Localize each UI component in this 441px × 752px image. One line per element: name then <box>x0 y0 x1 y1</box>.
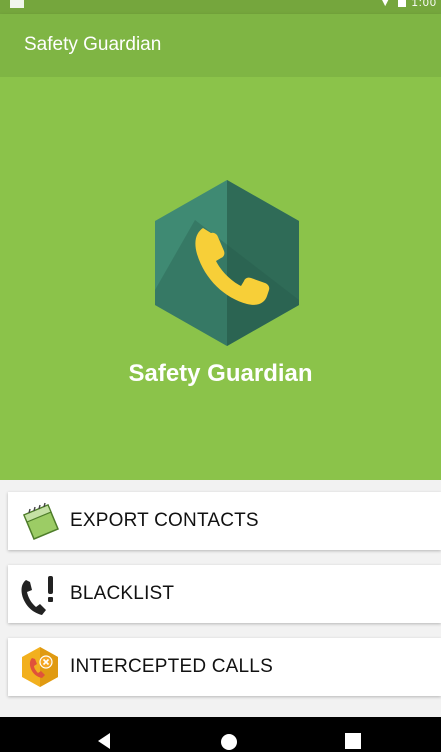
back-icon[interactable] <box>96 733 112 749</box>
battery-icon <box>397 0 406 7</box>
intercepted-calls-button[interactable]: INTERCEPTED CALLS <box>8 638 441 696</box>
home-icon[interactable] <box>220 733 238 751</box>
wifi-icon: ▼ <box>379 0 392 9</box>
menu-item-label: INTERCEPTED CALLS <box>70 656 273 677</box>
notification-icon <box>10 0 24 8</box>
phone-logo-icon <box>155 180 299 346</box>
blacklist-button[interactable]: BLACKLIST <box>8 565 441 623</box>
app-title: Safety Guardian <box>24 34 162 55</box>
hero-title: Safety Guardian <box>128 360 313 387</box>
export-contacts-button[interactable]: EXPORT CONTACTS <box>8 492 441 550</box>
app-bar: Safety Guardian <box>0 14 441 77</box>
status-bar: ▼ 1:00 <box>0 0 441 14</box>
status-time: 1:00 <box>411 0 437 9</box>
hero-banner: Safety Guardian <box>0 77 441 480</box>
menu-item-label: BLACKLIST <box>70 583 175 604</box>
menu-item-label: EXPORT CONTACTS <box>70 510 259 531</box>
navigation-bar <box>0 717 441 752</box>
phone-alert-icon <box>18 572 62 616</box>
status-icons: ▼ 1:00 <box>380 0 437 9</box>
blocked-call-icon <box>18 645 62 689</box>
calendar-icon <box>18 499 62 543</box>
recents-icon[interactable] <box>345 733 361 749</box>
